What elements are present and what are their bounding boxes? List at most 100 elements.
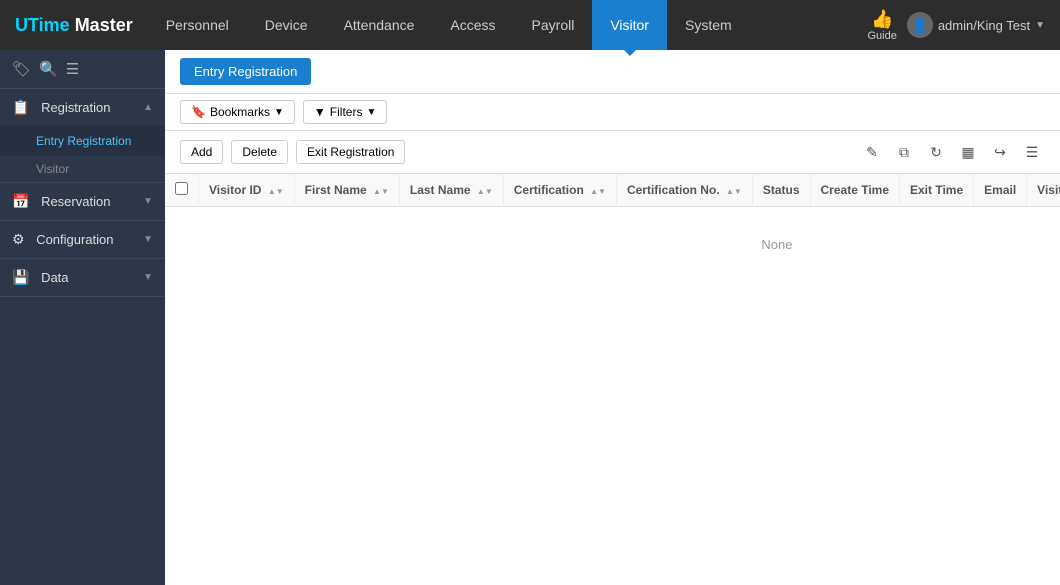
col-certification[interactable]: Certification ▲▼: [503, 174, 616, 207]
nav-item-personnel[interactable]: Personnel: [148, 0, 247, 50]
checkbox-header[interactable]: [165, 174, 199, 207]
sidebar-section-header-configuration[interactable]: ⚙ Configuration ▼: [0, 221, 165, 258]
sort-certification-no[interactable]: ▲▼: [726, 188, 742, 196]
col-exit-time: Exit Time: [900, 174, 974, 207]
sidebar-section-reservation: 📅 Reservation ▼: [0, 183, 165, 221]
sort-visitor-id[interactable]: ▲▼: [268, 188, 284, 196]
col-status: Status: [752, 174, 810, 207]
chevron-down-icon-reservation: ▼: [143, 196, 153, 207]
filters-button[interactable]: ▼ Filters ▼: [303, 100, 387, 124]
nav-item-attendance[interactable]: Attendance: [326, 0, 433, 50]
nav-item-access[interactable]: Access: [432, 0, 513, 50]
guide-icon: 👍: [871, 9, 893, 30]
col-visit-department: Visit Department: [1027, 174, 1060, 207]
add-button[interactable]: Add: [180, 140, 223, 164]
sidebar-section-registration: 📋 Registration ▲ Entry Registration Visi…: [0, 89, 165, 183]
columns-icon[interactable]: ▦: [955, 139, 981, 165]
chevron-down-icon-data: ▼: [143, 272, 153, 283]
logo-u: U: [15, 15, 28, 35]
sidebar-registration-items: Entry Registration Visitor: [0, 126, 165, 182]
logo-master: Master: [75, 15, 133, 35]
filter-icon: ▼: [314, 105, 326, 119]
sidebar-section-data: 💾 Data ▼: [0, 259, 165, 297]
col-email: Email: [974, 174, 1027, 207]
table-header-row: Visitor ID ▲▼ First Name ▲▼ Last Name ▲▼: [165, 174, 1060, 207]
bookmarks-label: Bookmarks: [210, 105, 270, 119]
page-header: Entry Registration: [165, 50, 1060, 94]
top-nav: UTime Master Personnel Device Attendance…: [0, 0, 1060, 50]
sidebar: 🏷 🔍 ☰ 📋 Registration ▲ Entry Registratio…: [0, 50, 165, 585]
reservation-icon: 📅: [12, 193, 29, 209]
nav-item-device[interactable]: Device: [247, 0, 326, 50]
sort-first-name[interactable]: ▲▼: [373, 188, 389, 196]
bookmark-icon: 🔖: [191, 105, 206, 119]
guide-label: Guide: [867, 30, 896, 42]
settings-icon[interactable]: ☰: [1019, 139, 1045, 165]
sidebar-section-header-reservation[interactable]: 📅 Reservation ▼: [0, 183, 165, 220]
sidebar-item-entry-registration[interactable]: Entry Registration: [0, 126, 165, 156]
table-container: Visitor ID ▲▼ First Name ▲▼ Last Name ▲▼: [165, 174, 1060, 585]
refresh-icon[interactable]: ↻: [923, 139, 949, 165]
col-certification-label: Certification: [514, 183, 584, 197]
main-layout: 🏷 🔍 ☰ 📋 Registration ▲ Entry Registratio…: [0, 50, 1060, 585]
sidebar-section-header-registration[interactable]: 📋 Registration ▲: [0, 89, 165, 126]
nav-item-system[interactable]: System: [667, 0, 750, 50]
sidebar-tools: 🏷 🔍 ☰: [0, 50, 165, 89]
expand-icon[interactable]: ⧉: [891, 139, 917, 165]
filters-dropdown-icon: ▼: [366, 107, 376, 118]
select-all-checkbox[interactable]: [175, 182, 188, 195]
list-icon[interactable]: ☰: [66, 60, 79, 78]
chevron-up-icon: ▲: [143, 102, 153, 113]
sidebar-configuration-label: Configuration: [36, 232, 113, 247]
sidebar-item-visitor[interactable]: Visitor: [0, 156, 165, 182]
user-info[interactable]: 👤 admin/King Test ▼: [907, 12, 1045, 38]
empty-label: None: [165, 207, 1060, 283]
page-title: Entry Registration: [180, 58, 311, 85]
toolbar-top: 🔖 Bookmarks ▼ ▼ Filters ▼: [165, 94, 1060, 131]
sidebar-section-header-data[interactable]: 💾 Data ▼: [0, 259, 165, 296]
col-certification-no-label: Certification No.: [627, 183, 720, 197]
col-certification-no[interactable]: Certification No. ▲▼: [616, 174, 752, 207]
logo-time: Time: [28, 15, 75, 35]
col-create-time: Create Time: [810, 174, 899, 207]
tag-icon[interactable]: 🏷: [12, 60, 31, 78]
col-visitor-id[interactable]: Visitor ID ▲▼: [199, 174, 295, 207]
sort-certification[interactable]: ▲▼: [590, 188, 606, 196]
col-first-name-label: First Name: [305, 183, 367, 197]
sort-last-name[interactable]: ▲▼: [477, 188, 493, 196]
export-icon[interactable]: ↪: [987, 139, 1013, 165]
user-name: admin/King Test: [938, 18, 1030, 33]
configuration-icon: ⚙: [12, 231, 25, 247]
col-first-name[interactable]: First Name ▲▼: [294, 174, 399, 207]
data-table: Visitor ID ▲▼ First Name ▲▼ Last Name ▲▼: [165, 174, 1060, 282]
col-status-label: Status: [763, 183, 800, 197]
bookmarks-button[interactable]: 🔖 Bookmarks ▼: [180, 100, 295, 124]
data-icon: 💾: [12, 269, 29, 285]
edit-icon[interactable]: ✎: [859, 139, 885, 165]
toolbar-actions: Add Delete Exit Registration ✎ ⧉ ↻ ▦ ↪ ☰: [165, 131, 1060, 174]
table-body: None: [165, 207, 1060, 283]
col-create-time-label: Create Time: [821, 183, 889, 197]
nav-items: Personnel Device Attendance Access Payro…: [148, 0, 868, 50]
col-last-name[interactable]: Last Name ▲▼: [399, 174, 503, 207]
app-logo[interactable]: UTime Master: [0, 15, 148, 36]
col-last-name-label: Last Name: [410, 183, 471, 197]
sidebar-section-configuration: ⚙ Configuration ▼: [0, 221, 165, 259]
search-icon[interactable]: 🔍: [39, 60, 58, 78]
guide-button[interactable]: 👍 Guide: [867, 9, 896, 42]
delete-button[interactable]: Delete: [231, 140, 288, 164]
sidebar-data-label: Data: [41, 270, 68, 285]
registration-icon: 📋: [12, 99, 29, 115]
empty-row: None: [165, 207, 1060, 283]
col-exit-time-label: Exit Time: [910, 183, 963, 197]
nav-item-payroll[interactable]: Payroll: [514, 0, 593, 50]
sidebar-reservation-label: Reservation: [41, 194, 110, 209]
exit-registration-button[interactable]: Exit Registration: [296, 140, 405, 164]
filters-label: Filters: [330, 105, 363, 119]
content-area: Entry Registration 🔖 Bookmarks ▼ ▼ Filte…: [165, 50, 1060, 585]
col-email-label: Email: [984, 183, 1016, 197]
nav-item-visitor[interactable]: Visitor: [592, 0, 667, 50]
bookmarks-dropdown-icon: ▼: [274, 107, 284, 118]
chevron-down-icon-configuration: ▼: [143, 234, 153, 245]
user-dropdown-icon[interactable]: ▼: [1035, 20, 1045, 31]
